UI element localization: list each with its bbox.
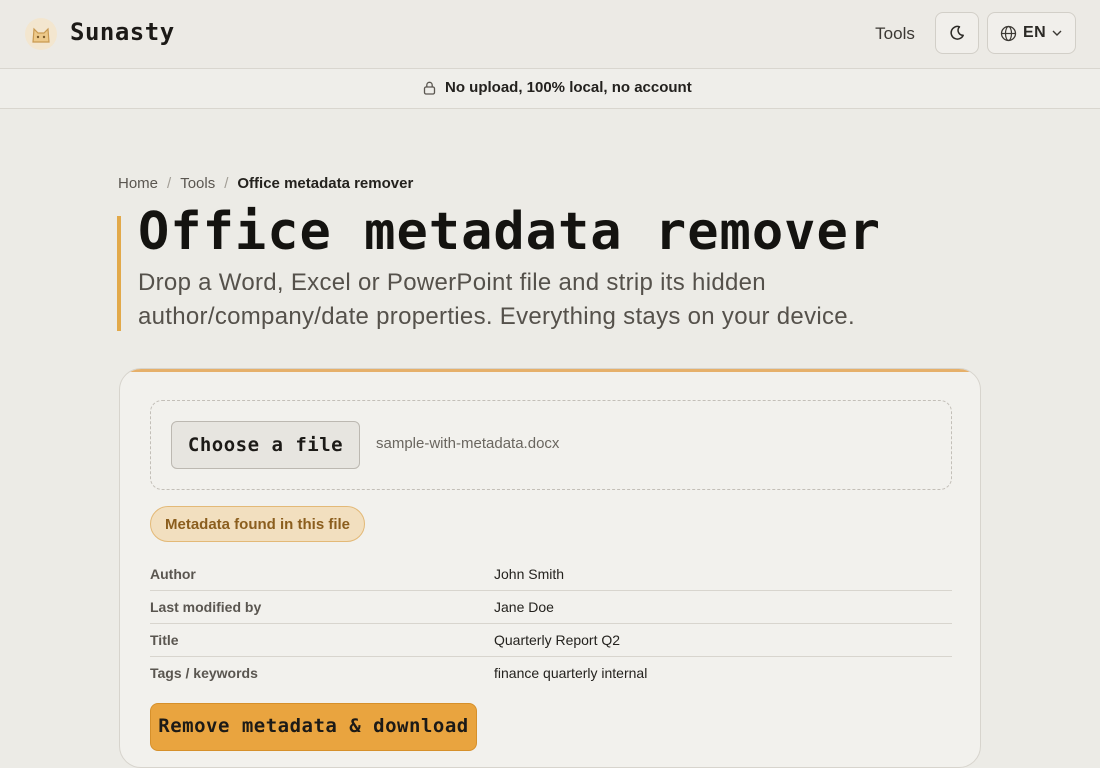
language-label: EN — [1023, 24, 1047, 41]
privacy-banner: No upload, 100% local, no account — [0, 69, 1100, 109]
cat-logo-icon[interactable] — [24, 17, 58, 51]
nav-tools-link[interactable]: Tools — [864, 22, 926, 46]
breadcrumb-separator: / — [224, 175, 229, 192]
tool-card: Choose a file sample-with-metadata.docx … — [119, 368, 981, 768]
breadcrumb: Home / Tools / Office metadata remover — [118, 175, 413, 192]
title-accent-bar — [117, 216, 121, 331]
choose-file-button[interactable]: Choose a file — [171, 421, 360, 469]
metadata-value: John Smith — [494, 566, 565, 582]
breadcrumb-separator: / — [167, 175, 172, 192]
table-row: Author John Smith — [150, 558, 952, 591]
selected-file-name: sample-with-metadata.docx — [376, 435, 560, 452]
globe-icon — [1000, 25, 1017, 42]
lock-icon — [423, 81, 436, 95]
metadata-table: Author John Smith Last modified by Jane … — [150, 558, 952, 689]
brand-name[interactable]: Sunasty — [70, 18, 175, 46]
table-row: Last modified by Jane Doe — [150, 590, 952, 624]
table-row: Title Quarterly Report Q2 — [150, 623, 952, 657]
moon-icon — [950, 25, 964, 40]
breadcrumb-tools[interactable]: Tools — [180, 175, 215, 192]
file-dropzone[interactable]: Choose a file sample-with-metadata.docx — [150, 400, 952, 490]
card-accent — [120, 369, 980, 372]
metadata-value: Quarterly Report Q2 — [494, 623, 952, 657]
metadata-key: Last modified by — [150, 590, 494, 624]
language-selector[interactable]: EN — [987, 12, 1076, 54]
metadata-value: finance quarterly internal — [494, 656, 952, 689]
page-subtitle: Drop a Word, Excel or PowerPoint file an… — [138, 269, 855, 330]
metadata-key: Title — [150, 623, 494, 657]
top-header: Sunasty Tools EN — [0, 0, 1100, 69]
remove-metadata-download-button[interactable]: Remove metadata & download — [150, 703, 477, 751]
metadata-key: Author — [150, 566, 196, 582]
breadcrumb-current: Office metadata remover — [237, 175, 414, 192]
theme-toggle-button[interactable] — [935, 12, 979, 54]
banner-text: No upload, 100% local, no account — [445, 79, 692, 96]
table-row: Tags / keywords finance quarterly intern… — [150, 656, 952, 689]
metadata-found-badge: Metadata found in this file — [150, 506, 366, 542]
chevron-down-icon — [1052, 30, 1062, 36]
page-title: Office metadata remover — [138, 202, 882, 262]
metadata-value: Jane Doe — [494, 590, 952, 624]
metadata-key: Tags / keywords — [150, 656, 494, 689]
breadcrumb-home[interactable]: Home — [118, 175, 158, 192]
